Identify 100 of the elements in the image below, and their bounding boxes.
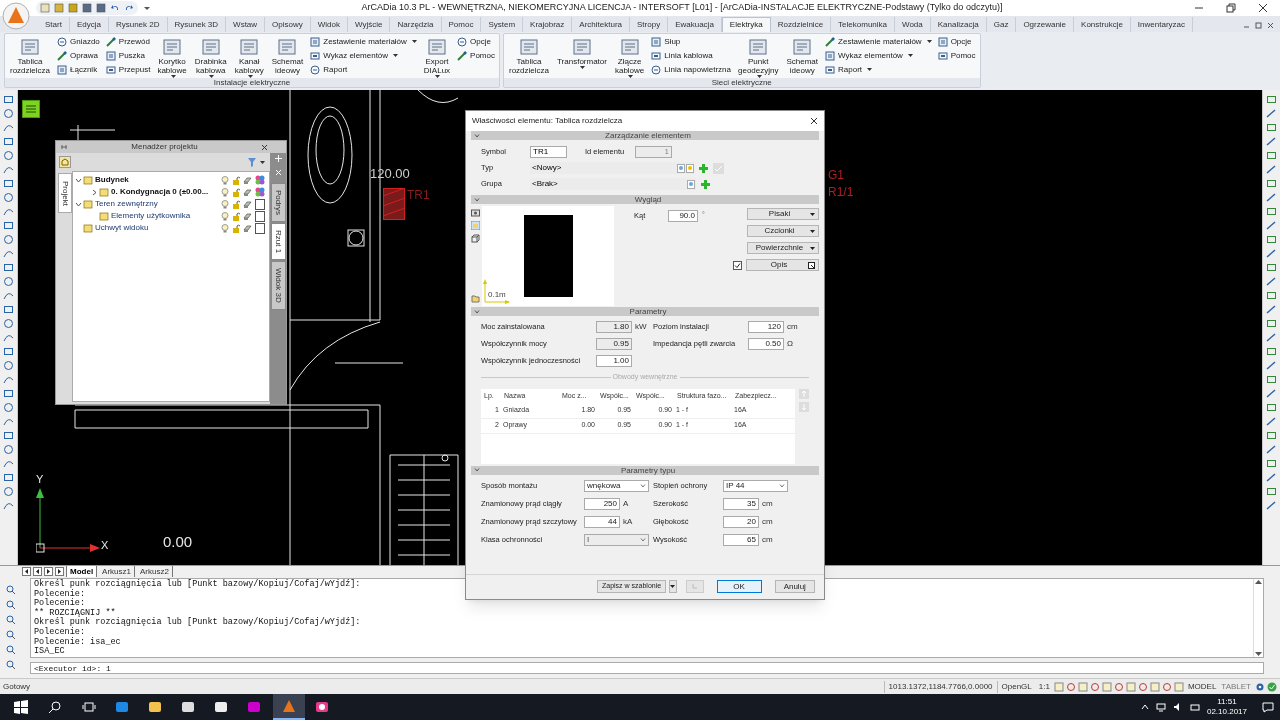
ribbon-button[interactable]: Pomoc [937,50,976,61]
lightbulb-icon[interactable] [221,187,229,197]
lightbulb-icon[interactable] [221,175,229,185]
tool-icon[interactable] [3,486,14,497]
palette-icon[interactable] [255,187,265,197]
scale-button[interactable]: 1:1 [1035,680,1053,693]
printer-icon[interactable] [243,199,252,209]
space-button[interactable]: MODEL [1184,680,1220,693]
tree-item[interactable]: Elementy użytkownika [111,210,219,222]
tool-icon[interactable] [3,122,14,133]
camera-icon[interactable] [471,208,480,217]
ribbon-button[interactable]: Export DIALux [422,36,452,78]
cube-icon[interactable] [471,234,480,243]
value-field[interactable]: 44 [584,516,620,528]
dropdown-button[interactable]: Pisaki [747,208,819,220]
tool-icon[interactable] [1266,346,1277,357]
tool-icon[interactable] [1266,150,1277,161]
ribbon-button[interactable]: Gniazdo [57,36,100,47]
status-toggle-icon[interactable] [1137,681,1148,692]
tool-icon[interactable] [1266,290,1277,301]
lock-icon[interactable] [232,199,240,209]
tool-icon[interactable] [3,444,14,455]
close-icon[interactable] [1258,3,1268,13]
restore-icon[interactable] [1255,22,1262,29]
view-tab[interactable]: Rzut 1 [270,222,286,261]
tool-icon[interactable] [1266,332,1277,343]
mail-icon[interactable] [214,700,228,714]
tool-icon[interactable] [3,276,14,287]
chevron-up-icon[interactable] [1140,703,1149,711]
tool-icon[interactable] [1266,262,1277,273]
tool-icon[interactable] [3,388,14,399]
ribbon-button[interactable]: Zestawienie materiałów [825,36,932,47]
dropdown-button[interactable] [669,580,677,593]
tool-icon[interactable] [3,206,14,217]
ribbon-button[interactable]: Słup [651,36,731,47]
tool-icon[interactable] [3,402,14,413]
notifications-icon[interactable] [1262,701,1274,713]
clock-time[interactable]: 11:51 [1217,697,1237,707]
camera-app-icon[interactable] [315,700,329,714]
ribbon-button[interactable]: Złącze kablowe [613,36,646,78]
status-toggle-icon[interactable] [1173,681,1184,692]
value-field[interactable]: 250 [584,498,620,510]
tool-icon[interactable] [1266,206,1277,217]
ribbon-button[interactable]: Tablica rozdzielcza [9,36,51,75]
close-icon[interactable] [1267,22,1274,29]
tool-icon[interactable] [3,304,14,315]
tool-icon[interactable] [1266,472,1277,483]
tool-icon[interactable] [1266,122,1277,133]
ribbon-button[interactable]: Wykaz elementów [310,50,417,61]
lock-icon[interactable] [232,223,240,233]
arrow-left-icon[interactable] [33,567,42,576]
task-view-icon[interactable] [82,700,96,714]
ribbon-button[interactable]: Przewód [105,36,151,47]
undo-icon[interactable] [110,3,120,13]
select-field[interactable]: IP 44 [723,480,788,492]
tool-icon[interactable] [1266,248,1277,259]
printer-icon[interactable] [243,223,252,233]
zoom-icon[interactable] [6,600,16,610]
tool-icon[interactable] [3,430,14,441]
lock-icon[interactable] [232,175,240,185]
chevron-down-icon[interactable] [74,201,82,207]
scroll-up-icon[interactable] [1255,579,1262,584]
status-toggle-icon[interactable] [1149,681,1160,692]
ribbon-button[interactable]: Transformator [556,36,608,69]
section-header[interactable]: Parametry typu [471,465,819,475]
pan-icon[interactable] [6,645,16,655]
value-field[interactable]: 0.50 [748,337,784,350]
ribbon-button[interactable]: Linia kablowa [651,50,731,61]
tool-icon[interactable] [3,94,14,105]
tool-icon[interactable] [3,262,14,273]
check-icon[interactable] [713,162,724,174]
ribbon-button[interactable]: Przepust [105,64,151,75]
settings-icon[interactable] [1255,681,1265,692]
windows-start-icon[interactable] [14,700,28,714]
ribbon-button[interactable]: Opcje [937,36,976,47]
tool-icon[interactable] [3,108,14,119]
tool-icon[interactable] [3,248,14,259]
ribbon-button[interactable]: Pomoc [457,50,495,61]
palette-icon[interactable] [255,175,265,185]
filter-button[interactable] [246,156,265,168]
zoom-icon[interactable] [6,630,16,640]
lightbulb-icon[interactable] [221,223,229,233]
view-tab[interactable]: Podrys [270,183,286,222]
status-toggle-icon[interactable] [1065,681,1076,692]
app-logo-icon[interactable] [2,2,30,30]
tool-icon[interactable] [3,332,14,343]
section-header[interactable]: Zarządzanie elementem [471,131,819,140]
search-icon[interactable] [48,700,62,714]
tool-icon[interactable] [3,500,14,511]
tool-icon[interactable] [1266,444,1277,455]
color-swatch[interactable] [255,222,265,234]
section-header[interactable]: Parametry [471,307,819,316]
color-swatch[interactable] [255,210,265,222]
tool-icon[interactable] [1266,164,1277,175]
lock-icon[interactable] [232,211,240,221]
plus-icon[interactable] [274,155,282,162]
color-swatch[interactable] [255,198,265,210]
keyboard-icon[interactable] [1189,702,1200,712]
clock-date[interactable]: 02.10.2017 [1206,707,1247,717]
dropdown-button[interactable]: Powierzchnie [747,242,819,254]
